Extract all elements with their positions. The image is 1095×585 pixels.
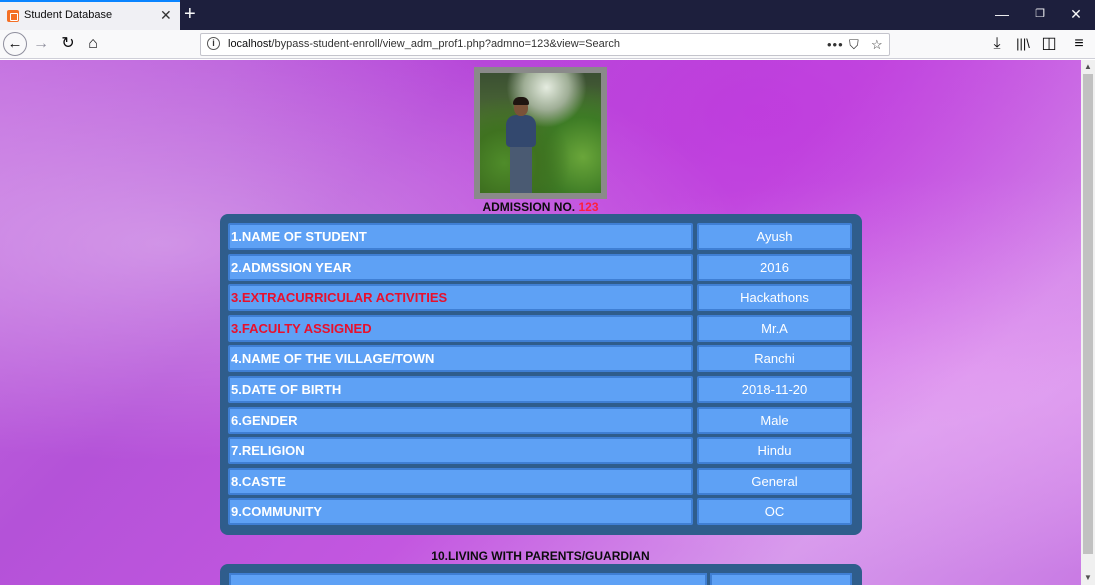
field-label: 6.GENDER (228, 406, 693, 434)
field-value: 2016 (697, 253, 852, 281)
page-viewport: ADMISSION NO. 123 1.NAME OF STUDENT Ayush… (0, 60, 1081, 585)
field-label: 9.COMMUNITY (228, 498, 693, 526)
tab-title: Student Database (24, 9, 113, 21)
info-icon[interactable]: i (207, 37, 220, 50)
field-value: Male (697, 406, 852, 434)
close-tab-icon[interactable]: ✕ (160, 7, 172, 23)
url-bar[interactable]: i localhost/bypass-student-enroll/view_a… (200, 33, 890, 56)
browser-toolbar: ← → ↻ ⌂ i localhost/bypass-student-enrol… (0, 30, 1095, 59)
download-icon[interactable]: ⤓ (986, 33, 1008, 55)
table-row: 3.EXTRACURRICULAR ACTIVITIES Hackathons (228, 284, 853, 312)
new-tab-icon[interactable]: + (184, 2, 196, 26)
field-label: 5.DATE OF BIRTH (228, 376, 693, 403)
admission-label: ADMISSION NO. (482, 200, 576, 214)
sidebar-icon[interactable]: ◫ (1038, 33, 1060, 55)
admission-number: 123 (578, 200, 599, 214)
field-label: 4.NAME OF THE VILLAGE/TOWN (228, 345, 693, 373)
table-row: 7.RELIGION Hindu (228, 437, 853, 465)
field-value: Hindu (697, 437, 852, 465)
field-value: General (697, 467, 852, 495)
field-value: Ayush (697, 223, 852, 250)
table-row: 4.NAME OF THE VILLAGE/TOWN Ranchi (228, 345, 853, 373)
field-label: 1.NAME OF STUDENT (228, 223, 693, 250)
person-body (506, 115, 536, 147)
vertical-scrollbar[interactable]: ▲ ▼ (1081, 60, 1095, 585)
section-title-living-with: 10.LIVING WITH PARENTS/GUARDIAN (431, 549, 650, 563)
scroll-up-arrow-icon[interactable]: ▲ (1081, 60, 1095, 74)
minimize-icon[interactable]: — (992, 5, 1012, 23)
close-window-icon[interactable]: ✕ (1066, 5, 1086, 23)
browser-titlebar: Student Database ✕ + — ❐ ✕ (0, 0, 1095, 30)
forward-arrow-icon[interactable]: → (30, 33, 52, 55)
reload-icon[interactable]: ↻ (57, 33, 79, 55)
scroll-down-arrow-icon[interactable]: ▼ (1081, 571, 1095, 585)
table-row: 8.CASTE General (228, 467, 853, 495)
field-label: 7.RELIGION (228, 437, 693, 465)
table-row: 1.NAME OF STUDENT Ayush (228, 223, 853, 250)
home-icon[interactable]: ⌂ (82, 33, 104, 55)
restore-icon[interactable]: ❐ (1030, 5, 1050, 23)
field-value: Hackathons (697, 284, 852, 312)
admission-heading: ADMISSION NO. 123 (0, 200, 1081, 214)
library-icon[interactable]: |||\ (1012, 33, 1034, 55)
field-label: 2.ADMSSION YEAR (228, 253, 693, 281)
field-value: 2018-11-20 (697, 376, 852, 403)
table-row: 2.ADMSSION YEAR 2016 (228, 253, 853, 281)
living-with-label-cell (229, 573, 707, 585)
table-row: 6.GENDER Male (228, 406, 853, 434)
url-text[interactable]: localhost/bypass-student-enroll/view_adm… (228, 38, 620, 50)
field-value: Ranchi (697, 345, 852, 373)
more-icon[interactable]: ••• (827, 36, 844, 54)
field-value: Mr.A (697, 314, 852, 342)
table-row: 9.COMMUNITY OC (228, 498, 853, 526)
table-row: 3.FACULTY ASSIGNED Mr.A (228, 314, 853, 342)
hamburger-menu-icon[interactable]: ≡ (1068, 33, 1090, 55)
field-label: 8.CASTE (228, 467, 693, 495)
person-hair (513, 97, 529, 105)
back-arrow-icon[interactable]: ← (3, 32, 27, 56)
field-label: 3.FACULTY ASSIGNED (228, 314, 693, 342)
student-photo (480, 73, 601, 193)
pocket-icon[interactable]: ⛉ (849, 36, 859, 54)
living-with-value-cell (710, 573, 852, 585)
browser-tab[interactable]: Student Database ✕ (0, 0, 180, 30)
table-row: 5.DATE OF BIRTH 2018-11-20 (228, 376, 853, 403)
person-legs (510, 145, 532, 193)
xampp-favicon-icon (7, 10, 19, 22)
star-icon[interactable]: ☆ (871, 36, 883, 54)
student-details-table: 1.NAME OF STUDENT Ayush 2.ADMSSION YEAR 201… (220, 214, 862, 535)
student-photo-frame (474, 67, 607, 199)
living-with-table (220, 564, 862, 585)
scrollbar-thumb[interactable] (1083, 74, 1093, 554)
field-label: 3.EXTRACURRICULAR ACTIVITIES (228, 284, 693, 312)
field-value: OC (697, 498, 852, 526)
